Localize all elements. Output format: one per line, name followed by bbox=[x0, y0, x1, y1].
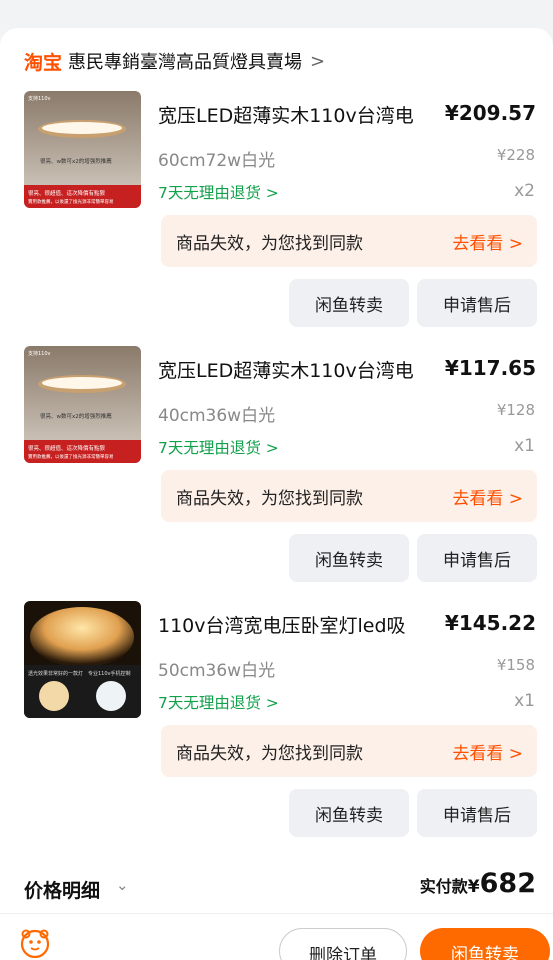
delete-order-button[interactable]: 删除订单 bbox=[279, 928, 407, 960]
thumb-caption-1: 透光效果非常好的一款灯 bbox=[28, 670, 83, 677]
invalid-notice[interactable]: 商品失效，为您找到同款 去看看 > bbox=[161, 215, 537, 267]
product-thumbnail[interactable]: 透光效果非常好的一款灯 专业110v手机控制 bbox=[24, 601, 141, 718]
product-title[interactable]: 110v台湾宽电压卧室灯led吸 bbox=[158, 611, 428, 638]
product-title[interactable]: 宽压LED超薄实木110v台湾电 bbox=[158, 101, 428, 128]
shop-name[interactable]: 惠民專銷臺灣高品質燈具賣場 bbox=[68, 48, 302, 74]
refund-policy-link[interactable]: 7天无理由退货 > bbox=[158, 436, 279, 458]
resell-button[interactable]: 闲鱼转卖 bbox=[289, 279, 409, 327]
go-see-link[interactable]: 去看看 > bbox=[452, 484, 523, 509]
after-sale-button[interactable]: 申请售后 bbox=[417, 534, 537, 582]
thumb-red-text-1: 很亮、很超值、這次降價有點狠 bbox=[28, 444, 106, 452]
thumb-mid-text: 很亮、w数可x2的增强烈推薦 bbox=[40, 412, 112, 420]
product-title[interactable]: 宽压LED超薄实木110v台湾电 bbox=[158, 356, 428, 383]
price-detail-row: 价格明细 ⌄ 实付款 ¥ 682 bbox=[24, 868, 536, 908]
paid-value: 682 bbox=[479, 868, 536, 899]
price-detail-toggle[interactable]: 价格明细 bbox=[24, 876, 100, 903]
after-sale-button[interactable]: 申请售后 bbox=[417, 789, 537, 837]
mascot-icon[interactable] bbox=[20, 928, 50, 958]
refund-policy-link[interactable]: 7天无理由退货 > bbox=[158, 181, 279, 203]
paid-amount: 实付款 ¥ 682 bbox=[420, 868, 536, 899]
product-price: ¥145.22 bbox=[444, 611, 536, 635]
quantity: x2 bbox=[514, 181, 535, 201]
original-price: ¥158 bbox=[496, 656, 535, 674]
paid-label: 实付款 bbox=[419, 877, 468, 896]
chevron-down-icon[interactable]: ⌄ bbox=[116, 876, 129, 894]
quantity: x1 bbox=[514, 691, 535, 711]
product-spec: 50cm36w白光 bbox=[158, 661, 276, 681]
thumb-corner-text: 支持110v bbox=[28, 350, 51, 357]
bottom-resell-button[interactable]: 闲鱼转卖 bbox=[420, 928, 550, 960]
thumb-corner-text: 支持110v bbox=[28, 95, 51, 102]
go-see-link[interactable]: 去看看 > bbox=[452, 739, 523, 764]
invalid-message: 商品失效，为您找到同款 bbox=[176, 234, 363, 254]
go-see-link[interactable]: 去看看 > bbox=[452, 229, 523, 254]
taobao-logo: 淘宝 bbox=[24, 51, 63, 74]
thumb-mid-text: 很亮、w数可x2的增强烈推薦 bbox=[40, 157, 112, 165]
invalid-notice[interactable]: 商品失效，为您找到同款 去看看 > bbox=[161, 470, 537, 522]
product-thumbnail[interactable]: 支持110v 很亮、w数可x2的增强烈推薦 很亮、很超值、這次降價有點狠 實用款… bbox=[24, 91, 141, 208]
thumb-caption-2: 专业110v手机控制 bbox=[88, 670, 131, 677]
refund-policy-link[interactable]: 7天无理由退货 > bbox=[158, 691, 279, 713]
resell-button[interactable]: 闲鱼转卖 bbox=[289, 534, 409, 582]
shop-header[interactable]: 淘宝 惠民專銷臺灣高品質燈具賣場 > bbox=[24, 46, 325, 76]
thumb-red-text-2: 實用款推薦，以後還了換光源非常簡單容易 bbox=[28, 453, 114, 460]
product-spec: 60cm72w白光 bbox=[158, 151, 276, 171]
quantity: x1 bbox=[514, 436, 535, 456]
original-price: ¥128 bbox=[496, 401, 535, 419]
thumb-red-text-2: 實用款推薦，以後還了換光源非常簡單容易 bbox=[28, 198, 114, 205]
bottom-action-bar: 删除订单 闲鱼转卖 bbox=[0, 913, 553, 960]
thumb-red-text-1: 很亮、很超值、這次降價有點狠 bbox=[28, 189, 106, 197]
product-price: ¥117.65 bbox=[444, 356, 536, 380]
product-thumbnail[interactable]: 支持110v 很亮、w数可x2的增强烈推薦 很亮、很超值、這次降價有點狠 實用款… bbox=[24, 346, 141, 463]
invalid-message: 商品失效，为您找到同款 bbox=[176, 744, 363, 764]
invalid-notice[interactable]: 商品失效，为您找到同款 去看看 > bbox=[161, 725, 537, 777]
product-price: ¥209.57 bbox=[444, 101, 536, 125]
product-spec: 40cm36w白光 bbox=[158, 406, 276, 426]
after-sale-button[interactable]: 申请售后 bbox=[417, 279, 537, 327]
original-price: ¥228 bbox=[496, 146, 535, 164]
paid-currency: ¥ bbox=[467, 877, 480, 897]
chevron-right-icon: > bbox=[310, 50, 326, 72]
invalid-message: 商品失效，为您找到同款 bbox=[176, 489, 363, 509]
resell-button[interactable]: 闲鱼转卖 bbox=[289, 789, 409, 837]
